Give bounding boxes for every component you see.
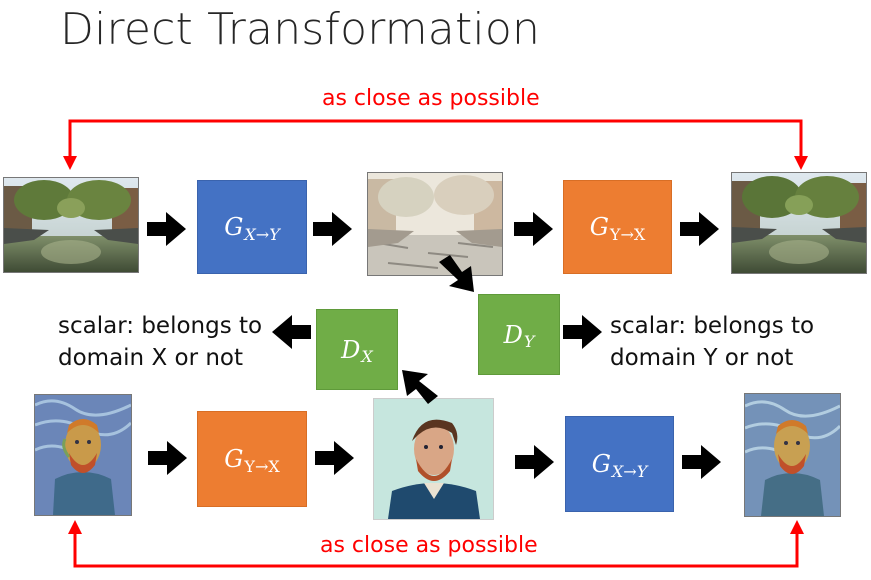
flow-arrow: [313, 212, 352, 246]
flow-arrow: [563, 315, 602, 349]
flow-arrow: [514, 212, 553, 246]
top-loop-label: as close as possible: [322, 86, 540, 111]
van-gogh-painting-reconstructed: [744, 393, 841, 517]
flow-arrow: [148, 441, 187, 475]
canal-painting-generated: [367, 172, 503, 276]
van-gogh-photo-generated: [373, 398, 494, 520]
discriminator-y: DY: [478, 294, 560, 375]
bottom-loop-arrowhead-right: [790, 520, 804, 534]
flow-arrow: [515, 445, 554, 479]
top-loop-arrowhead-right: [794, 156, 808, 170]
bottom-loop-arrowhead-left: [68, 520, 82, 534]
discriminator-x: DX: [316, 309, 398, 390]
top-loop-arrowhead-left: [63, 156, 77, 170]
generator-x-to-y-top: G X→Y: [197, 180, 307, 274]
bottom-loop-label: as close as possible: [320, 533, 538, 558]
van-gogh-painting-original: [34, 394, 132, 516]
generator-y-to-x-bottom: G Y→X: [197, 411, 307, 507]
generator-y-to-x-top: G Y→X: [563, 180, 672, 274]
flow-arrow: [272, 315, 311, 349]
flow-arrow: [682, 445, 721, 479]
scalar-output-x-label: scalar: belongs to domain X or not: [58, 313, 263, 371]
canal-photo-reconstructed: [731, 172, 867, 274]
top-loop-arrow: [68, 119, 803, 163]
flow-arrow: [147, 212, 186, 246]
page-title: Direct Transformation: [60, 4, 541, 55]
flow-arrow: [680, 212, 719, 246]
flow-arrow: [315, 441, 354, 475]
canal-photo-original: [3, 177, 139, 273]
scalar-output-y-label: scalar: belongs to domain Y or not: [610, 313, 815, 371]
generator-x-to-y-bottom: G X→Y: [565, 416, 674, 512]
